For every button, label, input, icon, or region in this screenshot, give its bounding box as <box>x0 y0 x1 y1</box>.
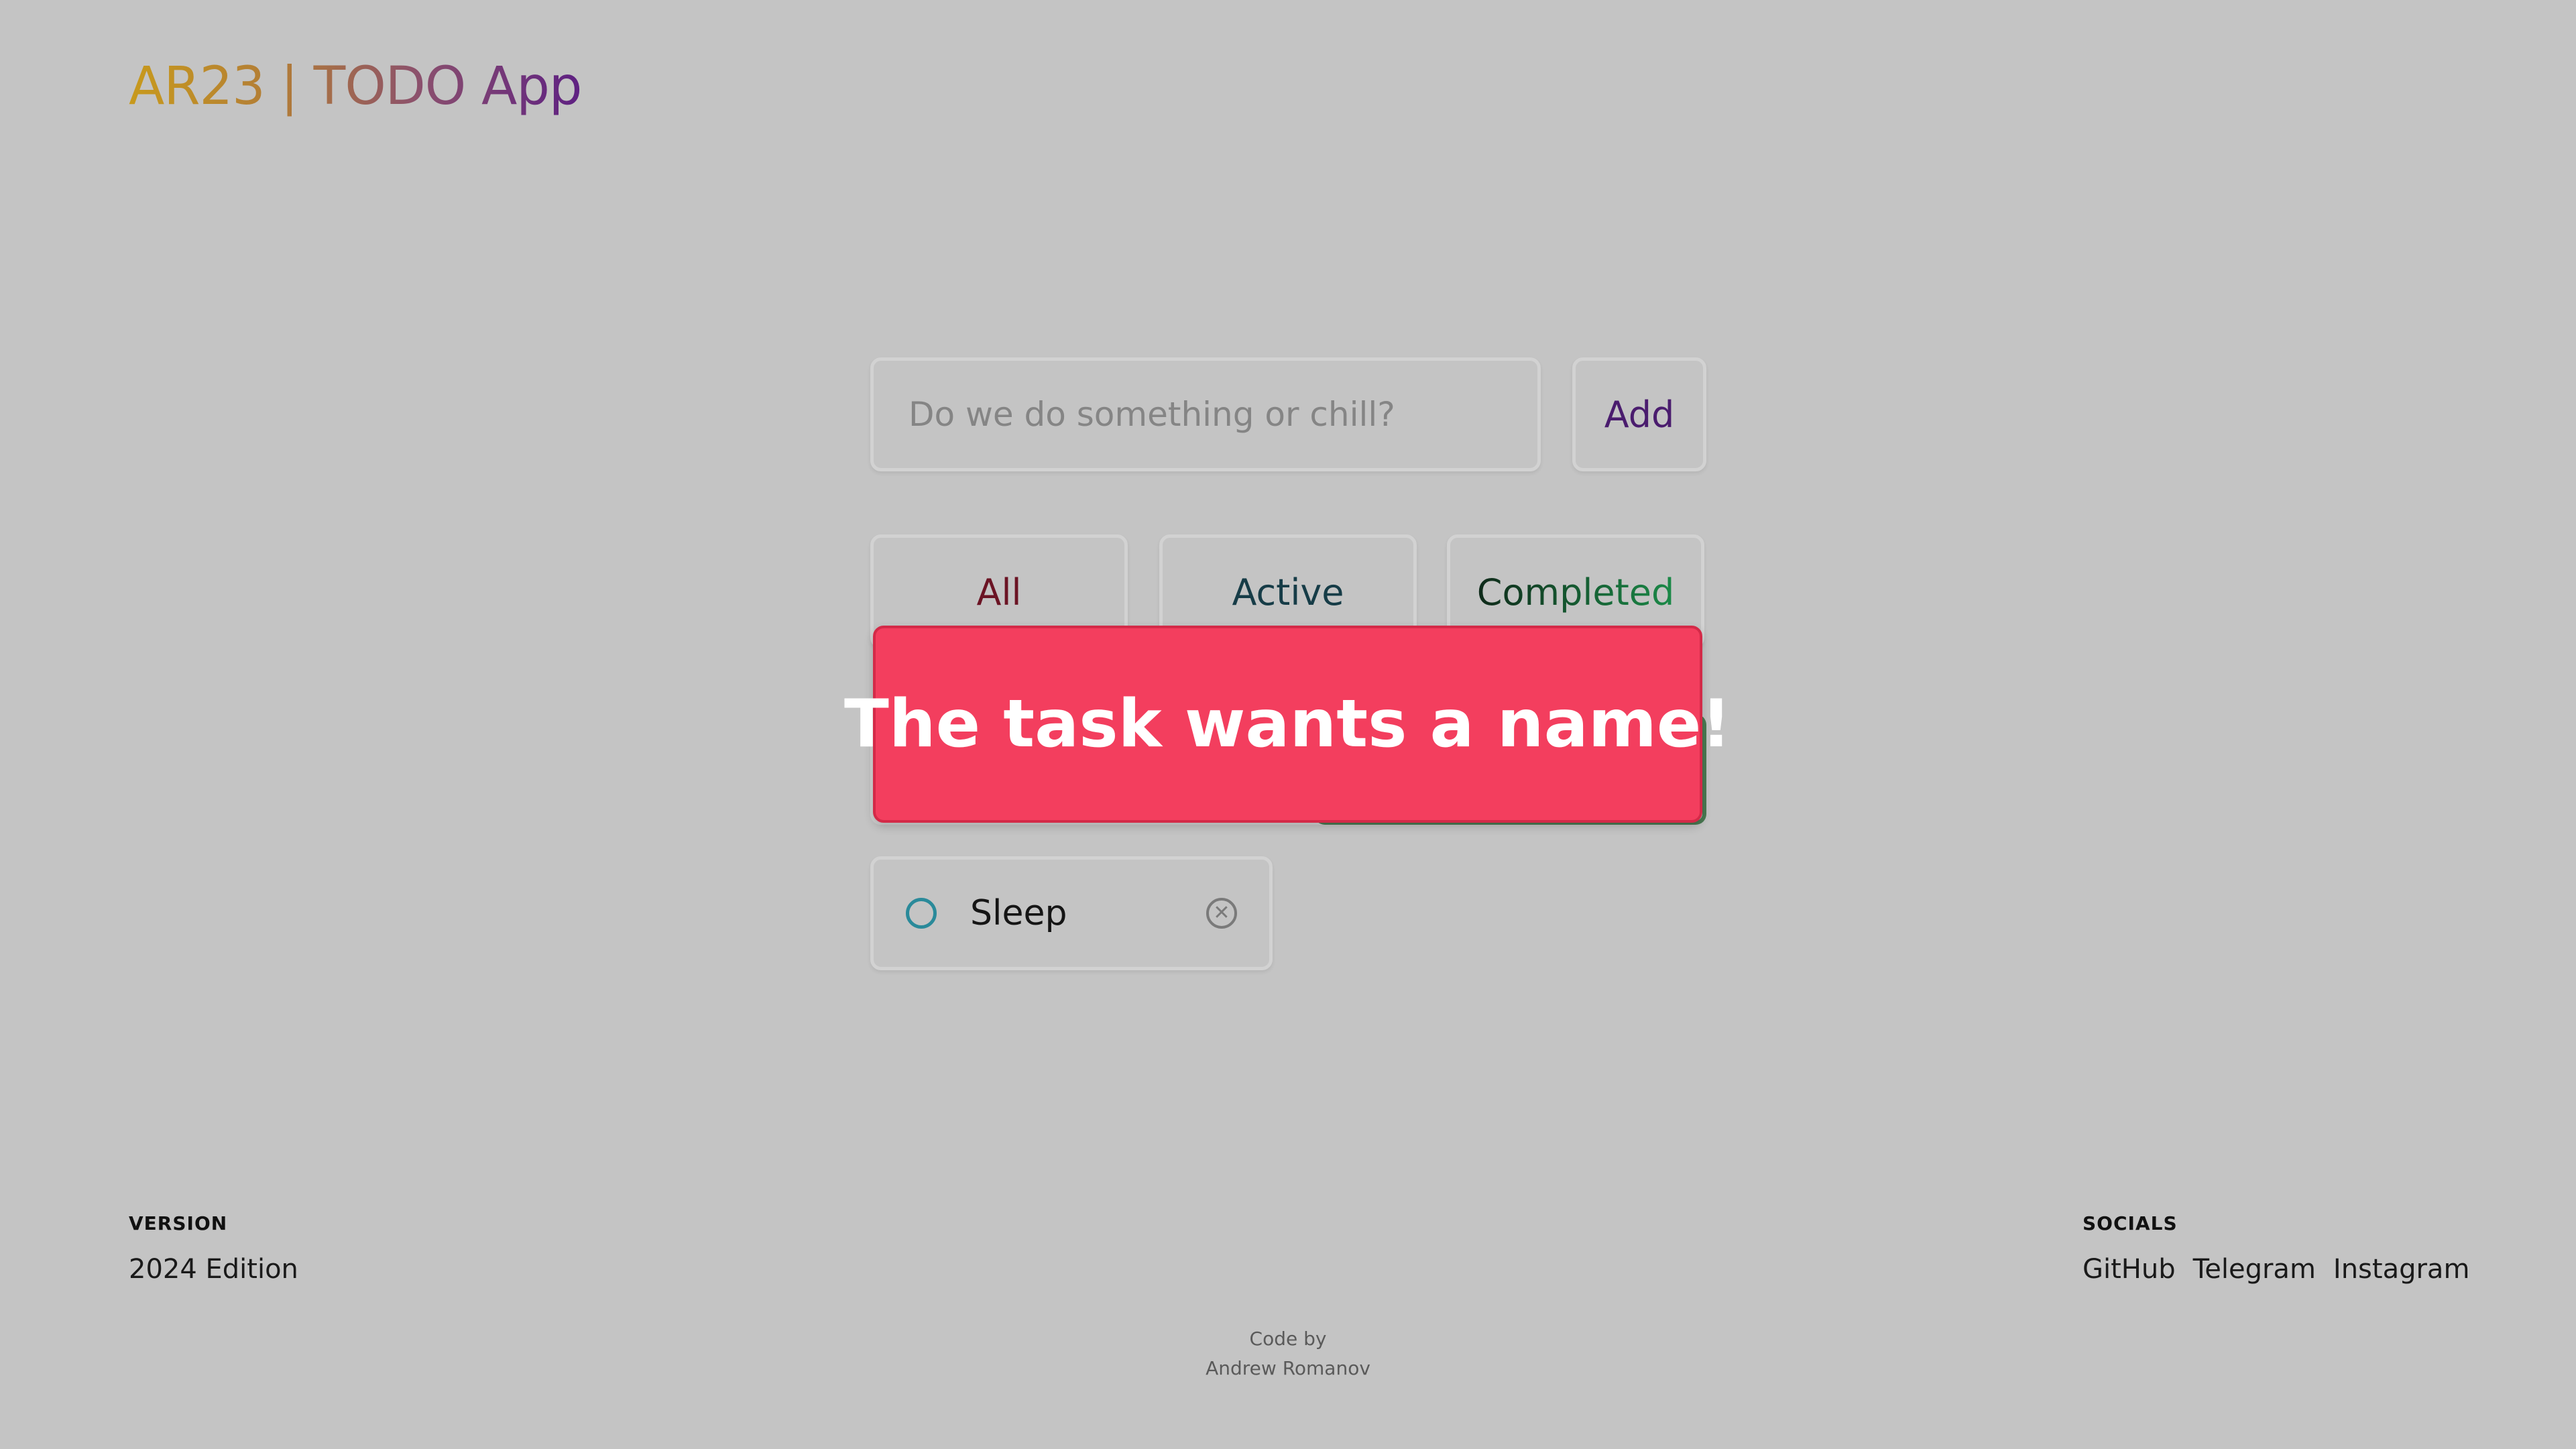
version-value: 2024 Edition <box>129 1254 298 1285</box>
credit: Code by Andrew Romanov <box>1154 1324 1422 1383</box>
socials-label: SOCIALS <box>2083 1212 2178 1234</box>
remove-icon[interactable]: ✕ <box>1206 898 1237 929</box>
todo-checkbox[interactable] <box>906 898 937 929</box>
credit-line-1: Code by <box>1249 1328 1327 1350</box>
socials-links: GitHub Telegram Instagram <box>2083 1254 2469 1285</box>
filter-active-label: Active <box>1232 571 1344 614</box>
version-label: VERSION <box>129 1212 228 1234</box>
telegram-link[interactable]: Telegram <box>2193 1254 2316 1285</box>
instagram-link[interactable]: Instagram <box>2333 1254 2470 1285</box>
app-logo: AR23 | TODO App <box>129 56 582 117</box>
add-button[interactable]: Add <box>1572 357 1706 471</box>
task-input[interactable]: Do we do something or chill? <box>870 357 1541 471</box>
task-input-placeholder: Do we do something or chill? <box>909 395 1395 434</box>
todo-item: Sleep ✕ <box>870 856 1273 970</box>
error-toast: The task wants a name! <box>844 626 1731 823</box>
filter-all-label: All <box>976 571 1022 614</box>
error-toast-message: The task wants a name! <box>844 686 1731 762</box>
filter-completed-label: Completed <box>1476 571 1675 614</box>
credit-author: Andrew Romanov <box>1206 1357 1370 1379</box>
app-page: AR23 | TODO App Do we do something or ch… <box>0 0 2576 1449</box>
github-link[interactable]: GitHub <box>2083 1254 2176 1285</box>
todo-text: Sleep <box>970 893 1067 933</box>
